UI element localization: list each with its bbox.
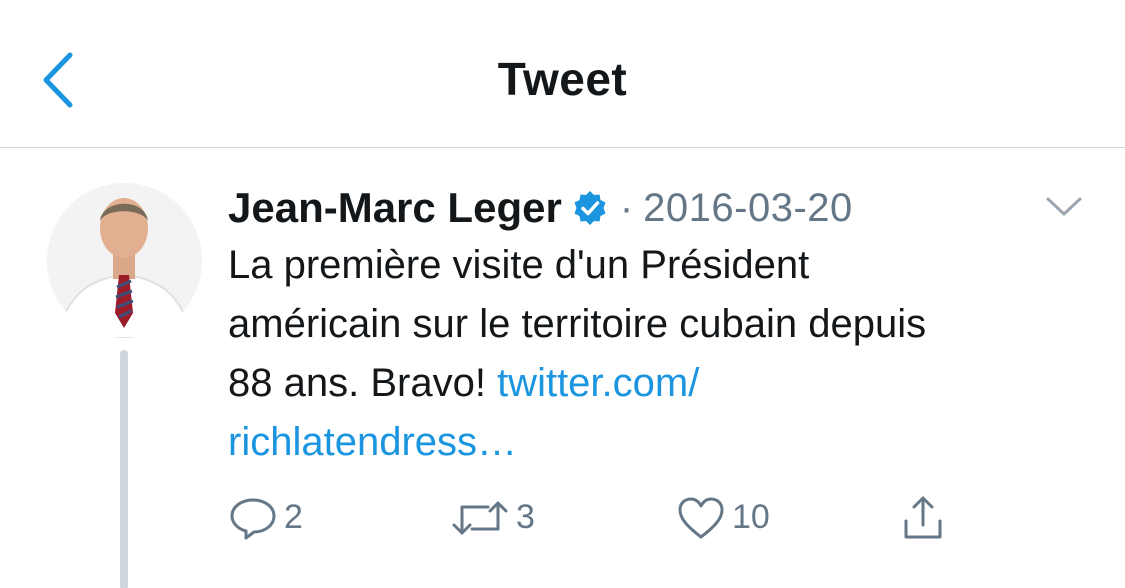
page-title: Tweet: [497, 53, 628, 105]
reply-button[interactable]: 2: [228, 490, 303, 545]
like-button[interactable]: 10: [676, 490, 770, 545]
tweet-detail-screen: Tweet Jean-Marc Leger · 2016-03-20 La pr…: [0, 0, 1125, 588]
avatar[interactable]: [47, 183, 202, 338]
tweet-header: Jean-Marc Leger · 2016-03-20: [228, 178, 853, 238]
tweet-text-line: La première visite d'un Président: [228, 243, 810, 287]
reply-icon: [230, 498, 276, 539]
like-count: 10: [732, 498, 770, 536]
retweet-button[interactable]: 3: [450, 490, 535, 545]
reply-count: 2: [284, 498, 303, 536]
heart-icon: [678, 497, 724, 538]
separator-dot: ·: [619, 185, 634, 230]
share-button[interactable]: [898, 490, 948, 545]
tweet-link[interactable]: twitter.com/: [497, 361, 699, 405]
retweet-count: 3: [516, 498, 535, 536]
header-bar: Tweet: [0, 0, 1125, 148]
tweet-link-continued[interactable]: richlatendress…: [228, 420, 517, 464]
verified-badge-icon: [574, 191, 606, 225]
share-icon: [904, 496, 942, 538]
tweet-menu-button[interactable]: [1040, 190, 1088, 224]
tweet-text-line: américain sur le territoire cubain depui…: [228, 302, 927, 346]
tweet-date: 2016-03-20: [643, 185, 853, 230]
tweet-text: La première visite d'un Président améric…: [228, 236, 1088, 472]
tweet-text-fragment: 88 ans. Bravo!: [228, 361, 486, 405]
author-name[interactable]: Jean-Marc Leger: [228, 184, 562, 232]
retweet-icon: [452, 501, 508, 534]
avatar-photo: [47, 183, 202, 338]
chevron-down-icon: [1046, 197, 1082, 216]
thread-line: [120, 350, 128, 588]
tweet-text-line: 88 ans. Bravo! twitter.com/: [228, 354, 1088, 413]
tweet-actions: 2 3 10: [228, 490, 1088, 545]
tweet-text-line: richlatendress…: [228, 413, 1088, 472]
